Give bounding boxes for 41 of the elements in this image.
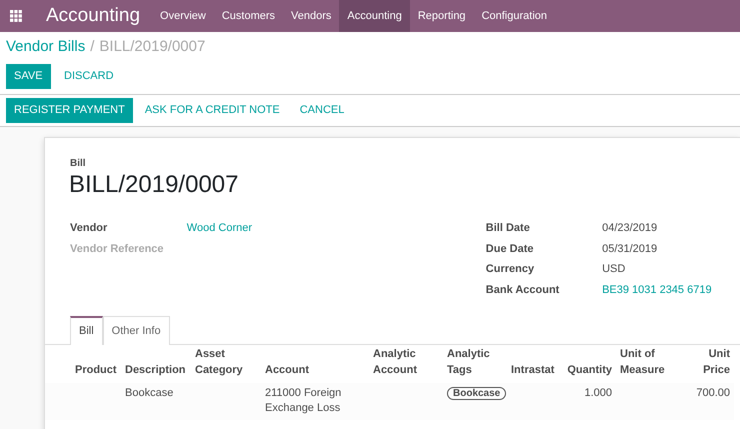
column-header: Description [124,362,187,378]
column-header: Account [264,362,310,378]
action-button[interactable]: REGISTER PAYMENT [6,98,133,124]
menu-item[interactable]: Reporting [410,0,474,32]
column-header: Unit of Measure [619,346,666,378]
action-button[interactable]: DISCARD [56,64,122,89]
breadcrumb-current: BILL/2019/0007 [99,38,206,55]
field-label: Vendor Reference [70,242,165,257]
menu-item[interactable]: Accounting [339,0,410,32]
menu-item[interactable]: Customers [214,0,284,32]
column-header: Quantity [566,362,613,378]
field-label: Due Date [486,242,534,257]
column-header: Product [74,362,118,378]
type-label: Bill [69,157,87,172]
action-button[interactable]: SAVE [6,64,51,89]
tab[interactable]: Bill [70,316,103,345]
column-header: Intrastat [510,362,556,378]
menu-item[interactable]: Vendors [283,0,340,32]
tab[interactable]: Other Info [102,316,170,345]
field-label: Bill Date [486,221,531,236]
field-value: USD [602,263,626,276]
tag: Bookcase [447,386,506,400]
column-header: Analytic Account [372,346,418,378]
column-header: Unit Price [702,346,731,378]
breadcrumb-separator: / [90,38,94,55]
column-header: Analytic Tags [446,346,491,378]
menu-item[interactable]: Configuration [474,0,555,32]
column-header: Asset Category [194,346,244,378]
field-value: 05/31/2019 [602,242,658,255]
field-label: Vendor [70,218,187,239]
bill-number: BILL/2019/0007 [68,171,240,200]
action-button[interactable]: ASK FOR A CREDIT NOTE [136,98,288,124]
field-link[interactable]: Wood Corner [186,222,252,234]
field-label: Bank Account [486,282,560,298]
field-value: 04/23/2019 [602,222,658,234]
field-label: Currency [486,262,536,278]
field-link[interactable]: BE39 1031 2345 6719 [602,284,712,296]
action-button[interactable]: CANCEL [292,98,352,124]
menu-item[interactable]: Overview [152,0,214,32]
app-title: Accounting [45,4,142,28]
breadcrumb-link[interactable]: Vendor Bills [6,38,86,55]
